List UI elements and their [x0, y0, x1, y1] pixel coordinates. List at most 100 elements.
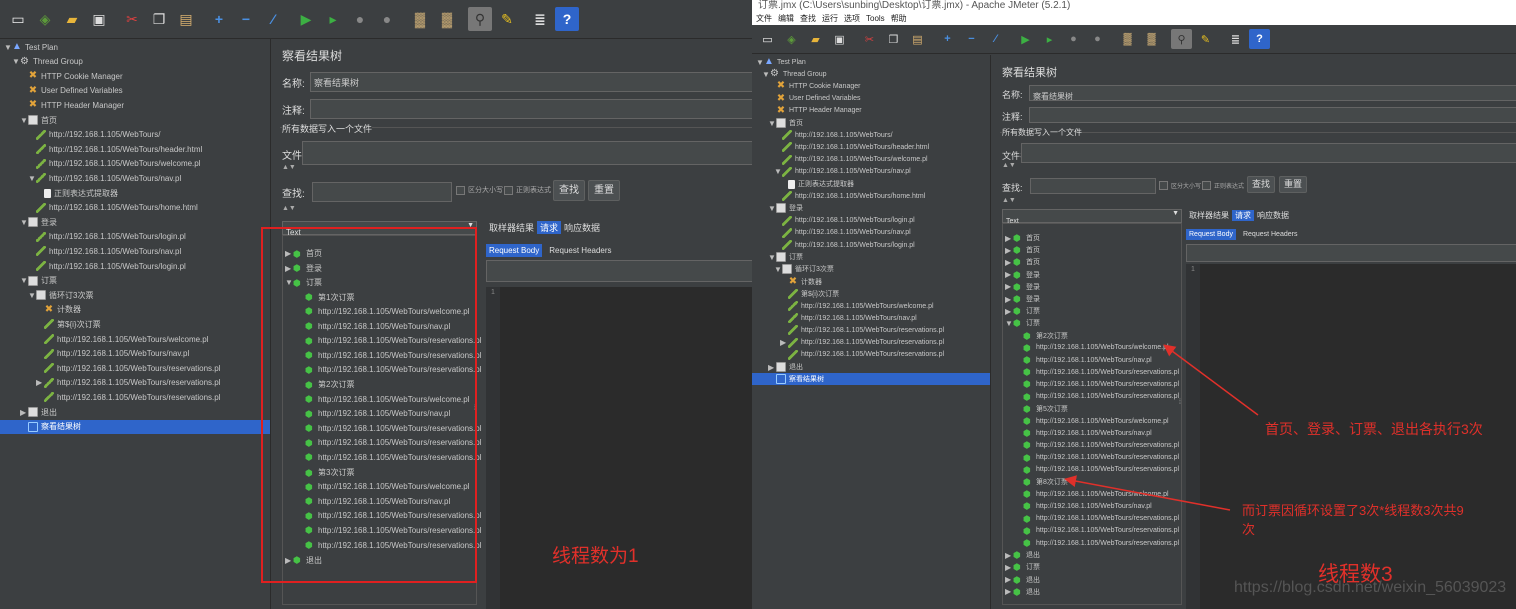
tree-node[interactable]: ✖ 计数器	[752, 276, 990, 288]
result-node[interactable]: ⬢ http://192.168.1.105/WebTours/nav.pl	[1015, 428, 1152, 438]
split-arrows-icon[interactable]: ▲▼	[1002, 162, 1016, 169]
tree-node[interactable]: ✖ User Defined Variables	[0, 84, 270, 98]
tree-node[interactable]: ▼ ▲ Test Plan	[0, 40, 270, 54]
clear-icon[interactable]: ▓	[408, 7, 432, 31]
expand-arrow-icon[interactable]: ▼	[20, 276, 28, 285]
search-icon[interactable]: ⚲	[468, 7, 492, 31]
tree-node[interactable]: http://192.168.1.105/WebTours/login.pl	[752, 215, 990, 227]
subtab-0[interactable]: Request Body	[486, 243, 543, 257]
result-node[interactable]: ⬢ http://192.168.1.105/WebTours/nav.pl	[1015, 355, 1152, 365]
tree-node[interactable]: ▶ 退出	[0, 405, 270, 419]
expand-arrow-icon[interactable]: ▶	[1005, 282, 1013, 291]
tree-node[interactable]: http://192.168.1.105/WebTours/reservatio…	[0, 390, 270, 404]
filename-field[interactable]	[302, 141, 752, 165]
checkbox-box[interactable]	[504, 185, 513, 195]
tree-node[interactable]: http://192.168.1.105/WebTours/welcome.pl	[752, 154, 990, 166]
expand-arrow-icon[interactable]: ▶	[1005, 563, 1013, 572]
stop-icon[interactable]: ●	[348, 7, 372, 31]
expand-icon[interactable]: +	[207, 7, 231, 31]
result-node[interactable]: ▼ ⬢ 订票	[1005, 318, 1040, 328]
templates-icon[interactable]: ◈	[33, 7, 57, 31]
expand-arrow-icon[interactable]: ▼	[768, 253, 776, 262]
tree-node[interactable]: ▼ 登录	[752, 202, 990, 214]
expand-arrow-icon[interactable]: ▶	[780, 338, 788, 347]
expand-arrow-icon[interactable]: ▼	[28, 291, 36, 300]
tree-node[interactable]: http://192.168.1.105/WebTours/header.htm…	[752, 141, 990, 153]
expand-arrow-icon[interactable]: ▶	[1005, 246, 1013, 255]
tree-node[interactable]: http://192.168.1.105/WebTours/nav.pl	[752, 312, 990, 324]
name-field[interactable]: 察看结果树	[1029, 85, 1516, 101]
expand-arrow-icon[interactable]: ▼	[756, 58, 764, 67]
tree-node[interactable]: http://192.168.1.105/WebTours/reservatio…	[752, 349, 990, 361]
tree-node[interactable]: ✖ User Defined Variables	[752, 93, 990, 105]
tree-node[interactable]: http://192.168.1.105/WebTours/login.pl	[0, 230, 270, 244]
reset-button[interactable]: 重置	[1279, 176, 1307, 193]
name-field[interactable]: 察看结果树	[310, 72, 752, 92]
tree-node[interactable]: http://192.168.1.105/WebTours/header.htm…	[0, 142, 270, 156]
expand-arrow-icon[interactable]: ▼	[20, 218, 28, 227]
tree-node[interactable]: http://192.168.1.105/WebTours/home.html	[752, 190, 990, 202]
tree-node[interactable]: ✖ HTTP Cookie Manager	[752, 80, 990, 92]
expand-arrow-icon[interactable]: ▶	[1005, 270, 1013, 279]
case-sensitive-checkbox[interactable]: 区分大小写	[456, 185, 503, 195]
tab-0[interactable]: 取样器结果	[486, 221, 537, 234]
stop-icon[interactable]: ●	[1063, 29, 1084, 49]
tree-node[interactable]: http://192.168.1.105/WebTours/welcome.pl	[0, 157, 270, 171]
expand-arrow-icon[interactable]: ▶	[1005, 587, 1013, 596]
tree-node[interactable]: http://192.168.1.105/WebTours/home.html	[0, 201, 270, 215]
comment-field[interactable]	[1029, 107, 1516, 123]
expand-arrow-icon[interactable]: ▼	[762, 70, 770, 79]
menu-item[interactable]: 帮助	[891, 12, 907, 25]
result-node[interactable]: ⬢ http://192.168.1.105/WebTours/reservati…	[1015, 379, 1179, 389]
start-no-pause-icon[interactable]: ▸	[1039, 29, 1060, 49]
tree-node[interactable]: 正则表达式提取器	[752, 178, 990, 190]
shutdown-icon[interactable]: ●	[375, 7, 399, 31]
menu-item[interactable]: 文件	[756, 12, 772, 25]
expand-icon[interactable]: +	[937, 29, 958, 49]
new-icon[interactable]: ▭	[757, 29, 778, 49]
tree-node[interactable]: ▼ 订票	[0, 274, 270, 288]
tree-node[interactable]: ▼ http://192.168.1.105/WebTours/nav.pl	[752, 166, 990, 178]
menu-item[interactable]: 编辑	[778, 12, 794, 25]
tree-node[interactable]: ▼ 订票	[752, 251, 990, 263]
tree-node[interactable]: ▶ http://192.168.1.105/WebTours/reservati…	[0, 376, 270, 390]
copy-icon[interactable]: ❐	[883, 29, 904, 49]
tree-node[interactable]: http://192.168.1.105/WebTours/login.pl	[0, 259, 270, 273]
subtab-1[interactable]: Request Headers	[1240, 229, 1300, 240]
expand-arrow-icon[interactable]: ▼	[4, 43, 12, 52]
expand-arrow-icon[interactable]: ▼	[28, 174, 36, 183]
cut-icon[interactable]: ✂	[120, 7, 144, 31]
help-icon[interactable]: ?	[555, 7, 579, 31]
expand-arrow-icon[interactable]: ▼	[774, 265, 782, 274]
result-node[interactable]: ⬢ http://192.168.1.105/WebTours/welcome.p…	[1015, 416, 1169, 426]
tree-node[interactable]: ▼ 循环订3次票	[0, 288, 270, 302]
filename-field[interactable]	[1021, 143, 1516, 163]
result-node[interactable]: ▶ ⬢ 首页	[1005, 233, 1040, 243]
result-node[interactable]: ▶ ⬢ 登录	[1005, 294, 1040, 304]
result-node[interactable]: ⬢ http://192.168.1.105/WebTours/reservati…	[1015, 465, 1179, 475]
expand-arrow-icon[interactable]: ▶	[20, 408, 28, 417]
tree-node[interactable]: http://192.168.1.105/WebTours/nav.pl	[0, 244, 270, 258]
shutdown-icon[interactable]: ●	[1087, 29, 1108, 49]
tree-node[interactable]: http://192.168.1.105/WebTours/login.pl	[752, 239, 990, 251]
tree-node[interactable]: http://192.168.1.105/WebTours/nav.pl	[752, 227, 990, 239]
tab-2[interactable]: 响应数据	[561, 221, 603, 234]
collapse-icon[interactable]: −	[961, 29, 982, 49]
start-icon[interactable]: ▶	[1015, 29, 1036, 49]
tree-node[interactable]: ▼ http://192.168.1.105/WebTours/nav.pl	[0, 171, 270, 185]
tree-node[interactable]: ✖ HTTP Header Manager	[752, 105, 990, 117]
expand-arrow-icon[interactable]: ▼	[774, 167, 782, 176]
reset-button[interactable]: 重置	[588, 180, 620, 201]
tree-node[interactable]: ▼ 登录	[0, 215, 270, 229]
tree-node[interactable]: 第${i}次订票	[0, 317, 270, 331]
tree-node[interactable]: ▼ ⚙ Thread Group	[752, 68, 990, 80]
search-input[interactable]	[312, 182, 452, 202]
subtab-0[interactable]: Request Body	[1186, 229, 1236, 240]
paste-icon[interactable]: ▤	[907, 29, 928, 49]
comment-field[interactable]	[310, 99, 752, 119]
result-node[interactable]: ⬢ 第2次订票	[1015, 331, 1068, 341]
tree-node[interactable]: http://192.168.1.105/WebTours/	[752, 129, 990, 141]
expand-arrow-icon[interactable]: ▶	[1005, 295, 1013, 304]
function-helper-icon[interactable]: ≣	[1225, 29, 1246, 49]
expand-arrow-icon[interactable]: ▼	[768, 119, 776, 128]
